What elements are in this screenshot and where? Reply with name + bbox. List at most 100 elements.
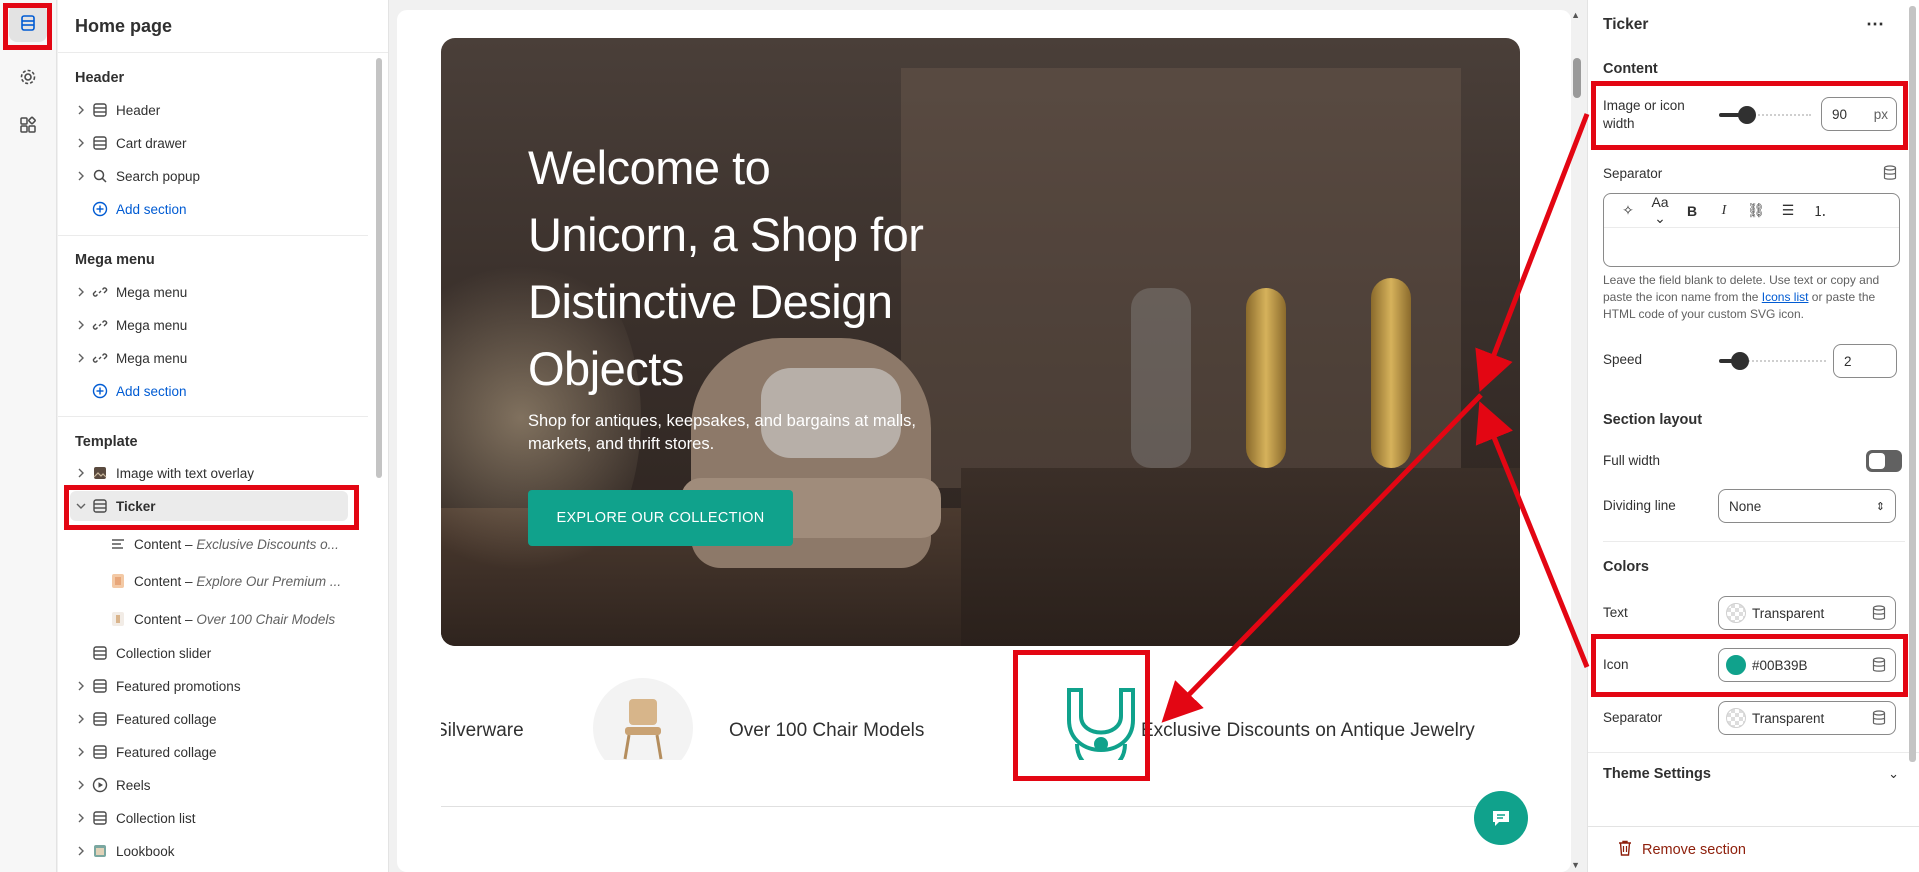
tree-item-collection-slider[interactable]: Collection slider [58, 638, 368, 668]
image-icon [90, 841, 110, 861]
image-width-value: 90 [1832, 106, 1848, 122]
preview-scrollbar[interactable] [1573, 58, 1581, 98]
tree-item-cart-drawer[interactable]: Cart drawer [58, 128, 368, 158]
icons-list-link[interactable]: Icons list [1762, 290, 1809, 304]
gear-icon [20, 69, 36, 85]
tree-item-header[interactable]: Header [58, 95, 368, 125]
divider [1603, 541, 1905, 542]
full-width-toggle[interactable] [1866, 450, 1902, 472]
ticker-item: Over 100 Chair Models [729, 720, 925, 741]
slider-knob[interactable] [1737, 106, 1756, 124]
teal-swatch [1726, 655, 1746, 675]
explore-collection-button[interactable]: EXPLORE OUR COLLECTION [528, 490, 793, 546]
text-color-picker[interactable]: Transparent [1718, 596, 1896, 630]
layout-icon [90, 643, 110, 663]
tree-item-mega-menu[interactable]: Mega menu [58, 277, 368, 307]
tree-item-ticker[interactable]: Ticker [70, 491, 348, 521]
thumbnail-icon [108, 571, 128, 591]
text-size-icon[interactable]: Aa ⌄ [1644, 194, 1676, 227]
speed-input[interactable]: 2 [1833, 344, 1897, 378]
tree-item-featured-promotions[interactable]: Featured promotions [58, 671, 368, 701]
dash: – [181, 573, 197, 589]
add-section-header[interactable]: Add section [58, 194, 368, 224]
chevron-right-icon[interactable] [64, 780, 90, 790]
database-icon[interactable] [1872, 710, 1886, 729]
sections-button[interactable] [9, 4, 47, 42]
tree-subitem-content[interactable]: Content – Explore Our Premium ... [58, 566, 368, 596]
chevron-right-icon[interactable] [64, 813, 90, 823]
page-title: Home page [75, 16, 173, 36]
chevron-right-icon[interactable] [64, 287, 90, 297]
left-scrollbar[interactable] [376, 58, 382, 478]
remove-section-label: Remove section [1642, 841, 1746, 858]
tree-item-mega-menu[interactable]: Mega menu [58, 343, 368, 373]
bullet-list-icon[interactable]: ☰ [1772, 202, 1804, 219]
tree-item-featured-collage[interactable]: Featured collage [58, 737, 368, 767]
chevron-right-icon[interactable] [64, 681, 90, 691]
chat-button[interactable] [1474, 791, 1528, 845]
theme-settings-row[interactable]: Theme Settings ⌄ [1603, 766, 1905, 782]
tree-item-label: Mega menu [116, 317, 188, 333]
transparent-swatch [1726, 708, 1746, 728]
separator-editor[interactable]: ✧ Aa ⌄ B I ⛓ ☰ ⒈ [1603, 193, 1900, 267]
dash: – [181, 536, 197, 552]
settings-button[interactable] [9, 58, 47, 96]
tree-item-reels[interactable]: Reels [58, 770, 368, 800]
database-icon[interactable] [1872, 605, 1886, 624]
icon-color-value: #00B39B [1752, 657, 1808, 673]
link-icon [90, 348, 110, 368]
select-caret-icon: ⇕ [1875, 500, 1885, 513]
dash: – [181, 611, 197, 627]
apps-button[interactable] [9, 106, 47, 144]
chevron-right-icon[interactable] [64, 468, 90, 478]
tree-item-featured-collage[interactable]: Featured collage [58, 704, 368, 734]
chevron-right-icon[interactable] [64, 714, 90, 724]
scroll-down-arrow[interactable]: ▼ [1571, 860, 1580, 870]
separator-color-picker[interactable]: Transparent [1718, 701, 1896, 735]
content-label: Content [134, 611, 182, 627]
toggle-knob [1869, 453, 1885, 469]
chevron-down-icon[interactable] [64, 501, 90, 511]
more-actions-icon[interactable]: ⋯ [1866, 14, 1885, 35]
chevron-right-icon[interactable] [64, 320, 90, 330]
tree-subitem-content[interactable]: Content – Exclusive Discounts o... [58, 529, 368, 559]
layout-icon [90, 133, 110, 153]
ticker-item: Silverware [441, 720, 524, 741]
layout-icon [90, 676, 110, 696]
tree-subitem-content[interactable]: Content – Over 100 Chair Models [58, 604, 368, 634]
database-icon[interactable] [1883, 165, 1897, 186]
right-scrollbar[interactable] [1909, 6, 1916, 762]
bold-icon[interactable]: B [1676, 203, 1708, 219]
icon-color-picker[interactable]: #00B39B [1718, 648, 1896, 682]
tree-item-mega-menu[interactable]: Mega menu [58, 310, 368, 340]
database-icon[interactable] [1872, 657, 1886, 676]
chevron-right-icon[interactable] [64, 171, 90, 181]
link-icon [90, 315, 110, 335]
layout-icon [90, 496, 110, 516]
number-list-icon[interactable]: ⒈ [1804, 201, 1836, 221]
slider-knob[interactable] [1731, 352, 1750, 370]
separator-label: Separator [1603, 166, 1663, 181]
tree-item-search-popup[interactable]: Search popup [58, 161, 368, 191]
group-title-mega-menu: Mega menu [75, 252, 155, 268]
italic-icon[interactable]: I [1708, 203, 1740, 219]
image-width-input[interactable]: 90 px [1821, 97, 1897, 131]
sparkle-icon[interactable]: ✧ [1612, 202, 1644, 219]
dividing-line-select[interactable]: None ⇕ [1718, 489, 1896, 523]
scroll-up-arrow[interactable]: ▲ [1571, 10, 1580, 20]
editor-app: Home page Header Header Cart drawer Sear… [0, 0, 1919, 872]
tree-item-collection-list[interactable]: Collection list [58, 803, 368, 833]
hero-banner: Welcome to Unicorn, a Shop for Distincti… [441, 38, 1520, 646]
chevron-right-icon[interactable] [64, 846, 90, 856]
tree-item-image-with-text-overlay[interactable]: Image with text overlay [58, 458, 368, 488]
link-icon[interactable]: ⛓ [1740, 202, 1772, 219]
remove-section-button[interactable]: Remove section [1588, 826, 1919, 872]
tree-subitem-label: Content – Over 100 Chair Models [134, 612, 335, 627]
add-section-mega-menu[interactable]: Add section [58, 376, 368, 406]
chevron-right-icon[interactable] [64, 747, 90, 757]
tree-item-lookbook[interactable]: Lookbook [58, 836, 368, 866]
chevron-right-icon[interactable] [64, 138, 90, 148]
chevron-right-icon[interactable] [64, 105, 90, 115]
dividing-line-value: None [1729, 498, 1762, 514]
chevron-right-icon[interactable] [64, 353, 90, 363]
